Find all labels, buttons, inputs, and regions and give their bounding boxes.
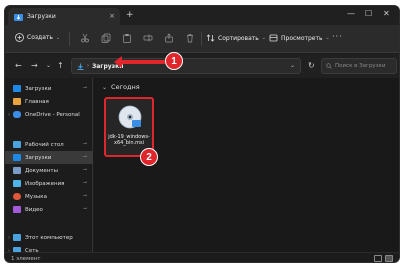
forward-arrow-icon[interactable]: →	[31, 61, 38, 70]
annotation-arrow	[114, 56, 165, 68]
tab-downloads[interactable]: Загрузки ×	[8, 8, 120, 25]
search-placeholder: Поиск в Загрузки	[335, 63, 386, 69]
item-count: 1 элемент	[11, 255, 41, 262]
annotation-callout-1: 1	[165, 52, 183, 70]
desktop-icon	[13, 141, 21, 148]
sidebar-item-label: Документы	[25, 167, 58, 174]
sidebar-item-label: OneDrive - Personal	[25, 111, 80, 118]
search-input[interactable]: Поиск в Загрузки	[321, 58, 397, 74]
sidebar-item-downloads-quick[interactable]: Загрузки ⊸	[5, 82, 93, 95]
chevron-down-icon: ⌄	[102, 83, 108, 91]
expand-icon[interactable]: ›	[5, 235, 13, 241]
sort-icon	[206, 34, 215, 42]
image-icon	[13, 180, 21, 187]
chevron-down-icon: ⌄	[325, 35, 330, 41]
music-icon	[13, 193, 21, 200]
sidebar-item-home[interactable]: Главная	[5, 95, 93, 108]
pin-icon: ⊸	[82, 167, 87, 173]
sidebar-item-label: Загрузки	[25, 85, 52, 92]
new-tab-button[interactable]: +	[126, 10, 134, 20]
view-label: Просмотреть	[281, 34, 323, 42]
back-arrow-icon[interactable]: ←	[15, 61, 22, 70]
plus-circle-icon	[15, 33, 24, 42]
view-button[interactable]: Просмотреть ⌄	[269, 34, 330, 42]
sidebar-item-this-pc[interactable]: › Этот компьютер	[5, 231, 93, 244]
refresh-icon[interactable]: ↻	[308, 61, 315, 70]
address-bar[interactable]: › Загрузки ⌄	[71, 58, 301, 74]
rename-icon[interactable]	[143, 33, 153, 43]
video-icon	[13, 206, 21, 213]
paste-icon[interactable]	[122, 33, 132, 43]
group-header-today[interactable]: ⌄ Сегодня	[102, 83, 140, 91]
tab-bar: Загрузки × + — ☐ ✕	[5, 6, 399, 25]
sidebar-item-label: Рабочий стол	[25, 141, 64, 148]
group-label: Сегодня	[111, 83, 140, 91]
sidebar-item-documents[interactable]: Документы ⊸	[5, 164, 93, 177]
create-label: Создать	[27, 34, 53, 41]
sidebar-item-label: Главная	[25, 98, 49, 105]
sidebar-item-label: Музыка	[25, 193, 47, 200]
folder-download-icon	[14, 13, 23, 21]
annotation-callout-2: 2	[140, 148, 158, 166]
sidebar-item-label: Видео	[25, 206, 43, 213]
copy-icon[interactable]	[101, 33, 111, 43]
document-icon	[13, 167, 21, 174]
download-icon	[13, 154, 21, 161]
download-icon	[77, 63, 84, 70]
pin-icon: ⊸	[82, 141, 87, 147]
status-bar: 1 элемент	[5, 252, 399, 262]
download-icon	[13, 85, 21, 92]
cut-icon[interactable]	[80, 33, 90, 43]
more-options-button[interactable]: ···	[332, 32, 343, 41]
explorer-window: Загрузки × + — ☐ ✕ Создать ⌄ Сортировать…	[4, 5, 400, 263]
close-window-button[interactable]: ✕	[383, 9, 390, 18]
sidebar-item-pictures[interactable]: Изображения ⊸	[5, 177, 93, 190]
sidebar-item-music[interactable]: Музыка ⊸	[5, 190, 93, 203]
sort-button[interactable]: Сортировать ⌄	[206, 34, 266, 42]
sidebar: Загрузки ⊸ Главная › OneDrive - Personal…	[5, 78, 93, 254]
sidebar-item-label: Изображения	[25, 180, 65, 187]
sidebar-item-videos[interactable]: Видео ⊸	[5, 203, 93, 216]
sidebar-item-label: Этот компьютер	[25, 234, 73, 241]
pin-icon: ⊸	[82, 180, 87, 186]
maximize-button[interactable]: ☐	[365, 9, 372, 18]
sort-label: Сортировать	[218, 34, 259, 42]
pin-icon: ⊸	[82, 193, 87, 199]
sidebar-item-downloads[interactable]: Загрузки ⊸	[5, 151, 93, 164]
expand-icon[interactable]: ›	[5, 112, 13, 118]
tiles-view-icon[interactable]	[385, 255, 393, 262]
pin-icon: ⊸	[82, 154, 87, 160]
delete-icon[interactable]	[185, 33, 195, 43]
chevron-down-icon[interactable]: ⌄	[46, 62, 51, 69]
installer-disc-icon	[118, 105, 142, 129]
search-icon	[326, 63, 332, 69]
chevron-down-icon: ⌄	[55, 34, 61, 41]
address-dropdown-icon[interactable]: ⌄	[290, 62, 295, 69]
address-row: ← → ⌄ ↑ › Загрузки ⌄ ↻ Поиск в Загрузки	[5, 54, 399, 78]
tab-close-icon[interactable]: ×	[109, 12, 115, 20]
command-bar: Создать ⌄ Сортировать ⌄ Просмотреть ⌄ ··…	[5, 25, 399, 53]
file-name: jdk-19_windows-x64_bin.msi	[108, 134, 150, 146]
up-arrow-icon[interactable]: ↑	[57, 61, 64, 70]
share-icon[interactable]	[164, 33, 174, 43]
chevron-down-icon: ⌄	[261, 35, 266, 41]
breadcrumb-separator-icon: ›	[87, 63, 89, 69]
view-icon	[269, 34, 278, 42]
sidebar-item-label: Загрузки	[25, 154, 52, 161]
minimize-button[interactable]: —	[347, 9, 355, 18]
file-list: ⌄ Сегодня jdk-19_windows-x64_bin.msi	[94, 78, 399, 252]
create-button[interactable]: Создать ⌄	[15, 33, 60, 42]
details-view-icon[interactable]	[374, 255, 382, 262]
home-icon	[13, 98, 21, 105]
divider	[69, 32, 70, 46]
computer-icon	[13, 234, 21, 241]
sidebar-item-onedrive[interactable]: › OneDrive - Personal	[5, 108, 93, 121]
pin-icon: ⊸	[82, 206, 87, 212]
cloud-icon	[13, 111, 21, 118]
pin-icon: ⊸	[82, 85, 87, 91]
sidebar-item-desktop[interactable]: Рабочий стол ⊸	[5, 138, 93, 151]
divider	[201, 32, 202, 46]
tab-title: Загрузки	[27, 13, 56, 20]
